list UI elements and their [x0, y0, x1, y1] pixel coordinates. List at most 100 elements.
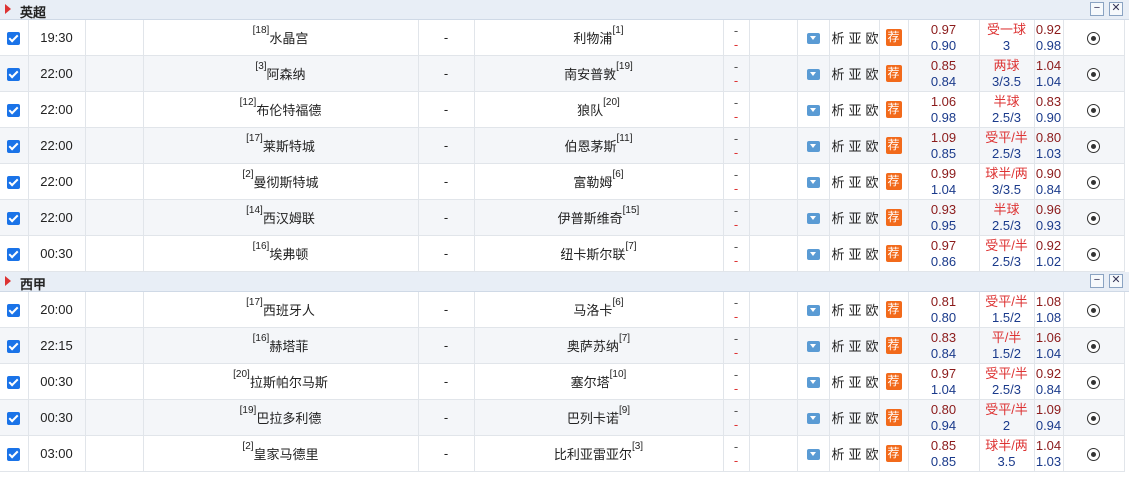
collapse-button[interactable]: −: [1090, 2, 1104, 16]
football-icon[interactable]: [1087, 104, 1100, 118]
football-icon[interactable]: [1087, 248, 1100, 262]
recommend-button[interactable]: 荐: [885, 29, 902, 46]
recommend-button[interactable]: 荐: [885, 373, 902, 390]
checkbox-checked-icon[interactable]: [7, 212, 21, 226]
analysis-link[interactable]: 析: [832, 447, 845, 462]
home-team[interactable]: [14]西汉姆联: [143, 199, 419, 236]
asia-link[interactable]: 亚: [849, 339, 862, 354]
away-team[interactable]: 比利亚雷亚尔[3]: [474, 435, 724, 472]
europe-link[interactable]: 欧: [866, 411, 879, 426]
asia-link[interactable]: 亚: [849, 103, 862, 118]
asia-link[interactable]: 亚: [849, 139, 862, 154]
football-icon[interactable]: [1087, 68, 1100, 82]
away-team[interactable]: 利物浦[1]: [474, 20, 724, 56]
recommend-button[interactable]: 荐: [885, 101, 902, 118]
dropdown-icon[interactable]: [806, 177, 820, 189]
dropdown-icon[interactable]: [806, 413, 820, 425]
analysis-link[interactable]: 析: [832, 31, 845, 46]
home-team[interactable]: [12]布伦特福德: [143, 91, 419, 128]
checkbox-checked-icon[interactable]: [7, 140, 21, 154]
home-team[interactable]: [17]西班牙人: [143, 292, 419, 328]
away-team[interactable]: 伊普斯维奇[15]: [474, 199, 724, 236]
collapse-button[interactable]: −: [1090, 274, 1104, 288]
dropdown-icon[interactable]: [806, 377, 820, 389]
analysis-link[interactable]: 析: [832, 211, 845, 226]
europe-link[interactable]: 欧: [866, 103, 879, 118]
recommend-button[interactable]: 荐: [885, 173, 902, 190]
europe-link[interactable]: 欧: [866, 375, 879, 390]
analysis-link[interactable]: 析: [832, 67, 845, 82]
dropdown-icon[interactable]: [806, 33, 820, 45]
home-team[interactable]: [3]阿森纳: [143, 55, 419, 92]
away-team[interactable]: 塞尔塔[10]: [474, 363, 724, 400]
analysis-link[interactable]: 析: [832, 175, 845, 190]
dropdown-icon[interactable]: [806, 249, 820, 261]
away-team[interactable]: 富勒姆[6]: [474, 163, 724, 200]
checkbox-checked-icon[interactable]: [7, 176, 21, 190]
home-team[interactable]: [16]赫塔菲: [143, 327, 419, 364]
checkbox-checked-icon[interactable]: [7, 32, 21, 46]
close-button[interactable]: ✕: [1109, 2, 1123, 16]
close-button[interactable]: ✕: [1109, 274, 1123, 288]
europe-link[interactable]: 欧: [866, 139, 879, 154]
home-team[interactable]: [2]皇家马德里: [143, 435, 419, 472]
football-icon[interactable]: [1087, 176, 1100, 190]
recommend-button[interactable]: 荐: [885, 445, 902, 462]
dropdown-icon[interactable]: [806, 341, 820, 353]
recommend-button[interactable]: 荐: [885, 301, 902, 318]
football-icon[interactable]: [1087, 412, 1100, 426]
dropdown-icon[interactable]: [806, 305, 820, 317]
europe-link[interactable]: 欧: [866, 339, 879, 354]
away-team[interactable]: 马洛卡[6]: [474, 292, 724, 328]
arrow-right-icon[interactable]: [5, 276, 11, 286]
home-team[interactable]: [16]埃弗顿: [143, 235, 419, 272]
football-icon[interactable]: [1087, 340, 1100, 354]
asia-link[interactable]: 亚: [849, 375, 862, 390]
europe-link[interactable]: 欧: [866, 247, 879, 262]
europe-link[interactable]: 欧: [866, 447, 879, 462]
asia-link[interactable]: 亚: [849, 303, 862, 318]
away-team[interactable]: 南安普敦[19]: [474, 55, 724, 92]
checkbox-checked-icon[interactable]: [7, 248, 21, 262]
recommend-button[interactable]: 荐: [885, 409, 902, 426]
dropdown-icon[interactable]: [806, 141, 820, 153]
analysis-link[interactable]: 析: [832, 103, 845, 118]
checkbox-checked-icon[interactable]: [7, 104, 21, 118]
recommend-button[interactable]: 荐: [885, 137, 902, 154]
away-team[interactable]: 纽卡斯尔联[7]: [474, 235, 724, 272]
asia-link[interactable]: 亚: [849, 175, 862, 190]
europe-link[interactable]: 欧: [866, 67, 879, 82]
checkbox-checked-icon[interactable]: [7, 68, 21, 82]
checkbox-checked-icon[interactable]: [7, 412, 21, 426]
asia-link[interactable]: 亚: [849, 31, 862, 46]
analysis-link[interactable]: 析: [832, 303, 845, 318]
football-icon[interactable]: [1087, 448, 1100, 462]
asia-link[interactable]: 亚: [849, 411, 862, 426]
analysis-link[interactable]: 析: [832, 247, 845, 262]
checkbox-checked-icon[interactable]: [7, 304, 21, 318]
europe-link[interactable]: 欧: [866, 303, 879, 318]
home-team[interactable]: [2]曼彻斯特城: [143, 163, 419, 200]
asia-link[interactable]: 亚: [849, 247, 862, 262]
away-team[interactable]: 奥萨苏纳[7]: [474, 327, 724, 364]
away-team[interactable]: 狼队[20]: [474, 91, 724, 128]
asia-link[interactable]: 亚: [849, 211, 862, 226]
home-team[interactable]: [17]莱斯特城: [143, 127, 419, 164]
recommend-button[interactable]: 荐: [885, 209, 902, 226]
football-icon[interactable]: [1087, 140, 1100, 154]
europe-link[interactable]: 欧: [866, 175, 879, 190]
dropdown-icon[interactable]: [806, 105, 820, 117]
away-team[interactable]: 巴列卡诺[9]: [474, 399, 724, 436]
dropdown-icon[interactable]: [806, 213, 820, 225]
football-icon[interactable]: [1087, 212, 1100, 226]
football-icon[interactable]: [1087, 376, 1100, 390]
analysis-link[interactable]: 析: [832, 339, 845, 354]
europe-link[interactable]: 欧: [866, 211, 879, 226]
home-team[interactable]: [20]拉斯帕尔马斯: [143, 363, 419, 400]
dropdown-icon[interactable]: [806, 449, 820, 461]
football-icon[interactable]: [1087, 304, 1100, 318]
football-icon[interactable]: [1087, 32, 1100, 46]
home-team[interactable]: [19]巴拉多利德: [143, 399, 419, 436]
arrow-right-icon[interactable]: [5, 4, 11, 14]
recommend-button[interactable]: 荐: [885, 337, 902, 354]
